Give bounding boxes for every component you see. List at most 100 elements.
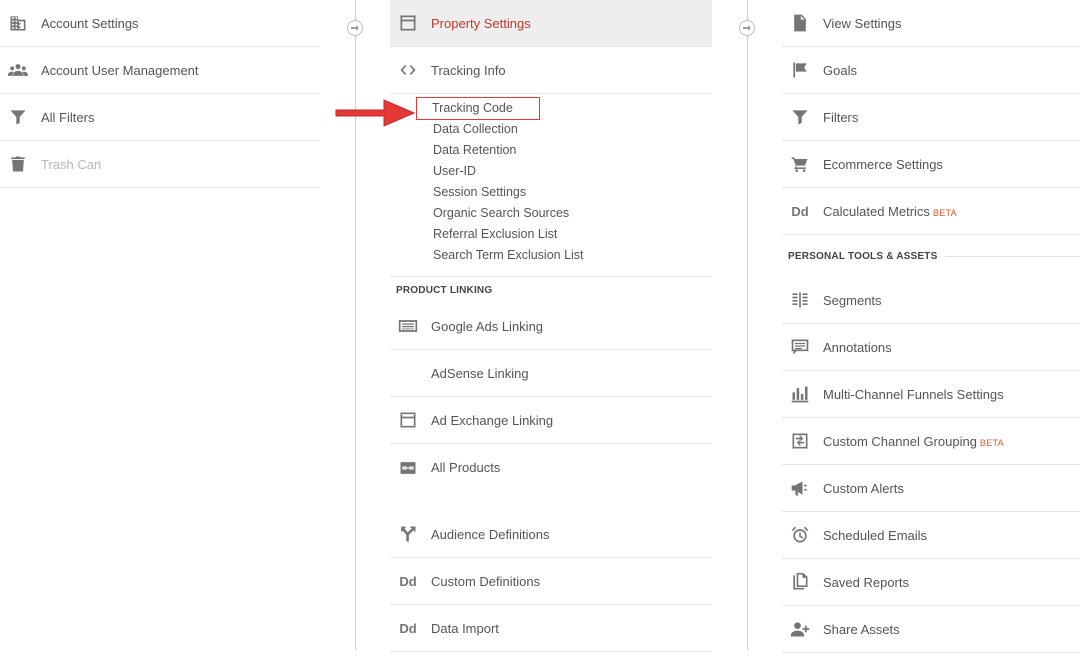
referral-exclusion-list-link[interactable]: Referral Exclusion List bbox=[390, 224, 712, 245]
property-column: Property Settings Tracking Info Tracking… bbox=[390, 0, 712, 652]
view-settings-label: View Settings bbox=[823, 15, 902, 31]
adsense-linking-item[interactable]: AdSense Linking bbox=[390, 350, 712, 397]
arrow-right-circle-icon bbox=[347, 20, 363, 36]
tracking-code-link[interactable]: Tracking Code bbox=[416, 97, 540, 120]
goals-item[interactable]: Goals bbox=[782, 47, 1080, 94]
ad-exchange-linking-label: Ad Exchange Linking bbox=[431, 412, 554, 428]
data-import-item[interactable]: Dd Data Import bbox=[390, 605, 712, 652]
ecommerce-settings-label: Ecommerce Settings bbox=[823, 156, 943, 172]
users-icon bbox=[6, 58, 30, 82]
ad-exchange-linking-item[interactable]: Ad Exchange Linking bbox=[390, 397, 712, 444]
cart-icon bbox=[788, 152, 812, 176]
property-settings-label: Property Settings bbox=[431, 15, 531, 31]
flag-icon bbox=[788, 58, 812, 82]
annotations-item[interactable]: Annotations bbox=[782, 324, 1080, 371]
custom-alerts-item[interactable]: Custom Alerts bbox=[782, 465, 1080, 512]
multi-channel-funnels-label: Multi-Channel Funnels Settings bbox=[823, 386, 1004, 402]
google-ads-linking-item[interactable]: Google Ads Linking bbox=[390, 303, 712, 350]
bars-icon bbox=[788, 382, 812, 406]
blank-icon bbox=[396, 361, 420, 385]
tracking-info-label: Tracking Info bbox=[431, 62, 506, 78]
calculated-metrics-item[interactable]: Dd Calculated Metrics BETA bbox=[782, 188, 1080, 235]
personal-tools-heading: PERSONAL TOOLS & ASSETS bbox=[782, 235, 1080, 277]
document-icon bbox=[788, 11, 812, 35]
data-import-label: Data Import bbox=[431, 620, 499, 636]
ads-icon bbox=[396, 314, 420, 338]
goals-label: Goals bbox=[823, 62, 857, 78]
ecommerce-settings-item[interactable]: Ecommerce Settings bbox=[782, 141, 1080, 188]
code-icon bbox=[396, 58, 420, 82]
segments-label: Segments bbox=[823, 292, 882, 308]
calculated-metrics-label: Calculated Metrics BETA bbox=[823, 204, 957, 219]
product-linking-heading: PRODUCT LINKING bbox=[390, 277, 712, 303]
megaphone-icon bbox=[788, 476, 812, 500]
fork-icon bbox=[396, 522, 420, 546]
filters-item[interactable]: Filters bbox=[782, 94, 1080, 141]
google-ads-linking-label: Google Ads Linking bbox=[431, 318, 544, 334]
comment-icon bbox=[788, 335, 812, 359]
view-settings-item[interactable]: View Settings bbox=[782, 0, 1080, 47]
account-user-management-label: Account User Management bbox=[41, 62, 199, 78]
all-products-item[interactable]: All Products bbox=[390, 444, 712, 491]
saved-reports-item[interactable]: Saved Reports bbox=[782, 559, 1080, 606]
data-retention-link[interactable]: Data Retention bbox=[390, 140, 712, 161]
all-products-label: All Products bbox=[431, 460, 501, 475]
tracking-info-item[interactable]: Tracking Info bbox=[390, 47, 712, 94]
filters-label: Filters bbox=[823, 109, 859, 125]
trash-can-item[interactable]: Trash Can bbox=[0, 141, 320, 188]
all-filters-label: All Filters bbox=[41, 109, 95, 125]
window-icon bbox=[396, 408, 420, 432]
alarm-icon bbox=[788, 523, 812, 547]
multi-channel-funnels-item[interactable]: Multi-Channel Funnels Settings bbox=[782, 371, 1080, 418]
custom-channel-grouping-item[interactable]: Custom Channel Grouping BETA bbox=[782, 418, 1080, 465]
account-settings-item[interactable]: Account Settings bbox=[0, 0, 320, 47]
annotations-label: Annotations bbox=[823, 339, 892, 355]
dd-icon: Dd bbox=[399, 620, 417, 636]
link-icon bbox=[396, 456, 420, 480]
account-settings-label: Account Settings bbox=[41, 15, 139, 31]
scheduled-emails-item[interactable]: Scheduled Emails bbox=[782, 512, 1080, 559]
account-user-management-item[interactable]: Account User Management bbox=[0, 47, 320, 94]
view-column: View Settings Goals Filters Ecommerce Se… bbox=[782, 0, 1080, 653]
personal-tools-heading-text: PERSONAL TOOLS & ASSETS bbox=[788, 250, 938, 262]
audience-definitions-item[interactable]: Audience Definitions bbox=[390, 511, 712, 558]
arrow-right-circle-icon bbox=[739, 20, 755, 36]
all-filters-item[interactable]: All Filters bbox=[0, 94, 320, 141]
filter-icon bbox=[6, 105, 30, 129]
copy-icon bbox=[788, 570, 812, 594]
segments-item[interactable]: Segments bbox=[782, 277, 1080, 324]
session-settings-link[interactable]: Session Settings bbox=[390, 182, 712, 203]
saved-reports-label: Saved Reports bbox=[823, 574, 909, 590]
grouping-icon bbox=[788, 429, 812, 453]
window-icon bbox=[396, 11, 420, 35]
user-id-link[interactable]: User-ID bbox=[390, 161, 712, 182]
calculated-metrics-text: Calculated Metrics bbox=[823, 203, 930, 219]
beta-badge: BETA bbox=[979, 437, 1004, 448]
search-term-exclusion-list-link[interactable]: Search Term Exclusion List bbox=[390, 245, 712, 266]
building-icon bbox=[6, 11, 30, 35]
custom-channel-grouping-label: Custom Channel Grouping BETA bbox=[823, 434, 1004, 449]
share-assets-item[interactable]: Share Assets bbox=[782, 606, 1080, 653]
dd-icon: Dd bbox=[791, 203, 809, 219]
share-assets-label: Share Assets bbox=[823, 621, 900, 637]
custom-definitions-item[interactable]: Dd Custom Definitions bbox=[390, 558, 712, 605]
add-user-icon bbox=[788, 617, 812, 641]
red-arrow-annotation bbox=[335, 99, 416, 127]
tracking-sub-list: Tracking Code Data Collection Data Reten… bbox=[390, 94, 712, 277]
segments-icon bbox=[788, 288, 812, 312]
dd-icon: Dd bbox=[399, 573, 417, 589]
heading-rule bbox=[945, 255, 1080, 257]
data-collection-link[interactable]: Data Collection bbox=[390, 119, 712, 140]
organic-search-sources-link[interactable]: Organic Search Sources bbox=[390, 203, 712, 224]
custom-channel-grouping-text: Custom Channel Grouping bbox=[823, 433, 977, 449]
custom-definitions-label: Custom Definitions bbox=[431, 573, 541, 589]
account-column: Account Settings Account User Management… bbox=[0, 0, 320, 188]
scheduled-emails-label: Scheduled Emails bbox=[823, 527, 928, 543]
beta-badge: BETA bbox=[932, 207, 957, 218]
adsense-linking-label: AdSense Linking bbox=[431, 365, 529, 381]
column-divider-2 bbox=[747, 0, 748, 650]
property-settings-item[interactable]: Property Settings bbox=[390, 0, 712, 47]
audience-definitions-label: Audience Definitions bbox=[431, 526, 550, 542]
custom-alerts-label: Custom Alerts bbox=[823, 480, 904, 496]
